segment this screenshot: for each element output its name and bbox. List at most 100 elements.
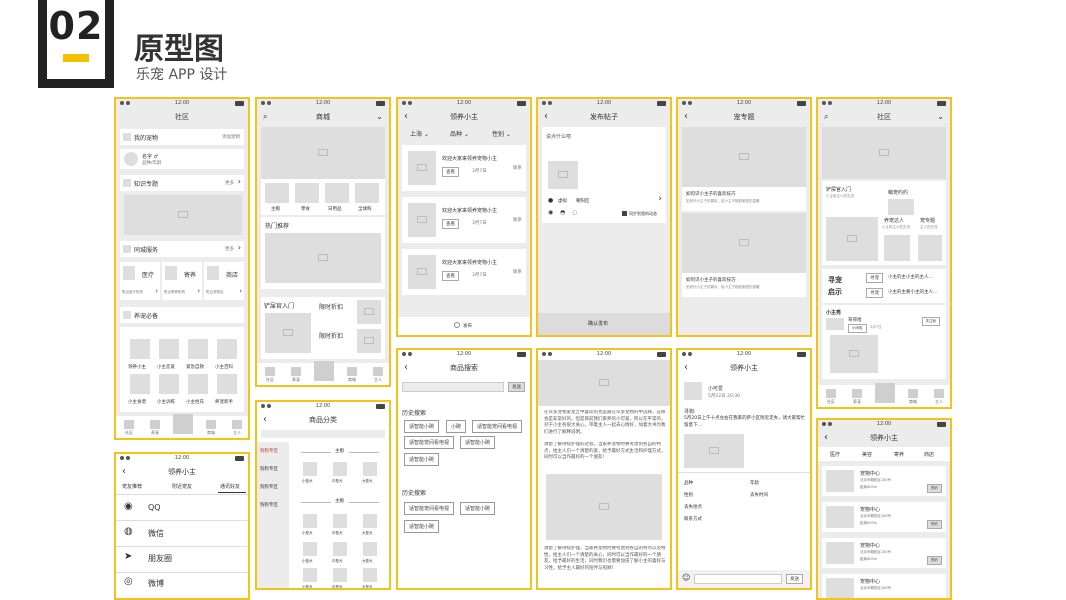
service-medical[interactable]: 医疗 附近医疗机构 › xyxy=(120,262,160,300)
confirm-publish-button[interactable]: 确认发布 xyxy=(538,313,670,335)
clinic-item[interactable]: 宠物中心 北京市朝阳区180号 距离800m 预约 xyxy=(822,538,946,568)
add-pet-link[interactable]: 添加宠物 xyxy=(222,134,240,140)
adopt-item[interactable]: 欢迎大家来领养宠物小主 查看 3月7日 联系 xyxy=(402,197,526,243)
send-button[interactable]: 发送 xyxy=(786,574,803,584)
discount-image[interactable] xyxy=(357,300,381,324)
column-entry[interactable]: 宠专题 xyxy=(920,217,935,224)
clinic-item[interactable]: 宠物中心 北京市朝阳区180号 距离800m 预约 xyxy=(822,466,946,496)
notice-item[interactable]: 小主的主小主的主人… xyxy=(888,274,933,280)
add-photo[interactable] xyxy=(548,161,578,189)
service-header[interactable]: 同城服务 更多 › xyxy=(120,241,244,257)
book-button[interactable]: 预约 xyxy=(927,484,942,493)
tab-nearby[interactable]: 附近宠友 xyxy=(172,483,192,490)
back-arrow-icon[interactable]: ‹ xyxy=(122,464,126,480)
clinic-item[interactable]: 宠物中心 北京市朝阳区180号 距离800m 预约 xyxy=(822,502,946,532)
tab-center-button[interactable] xyxy=(173,414,193,434)
my-pet-row[interactable]: 我的宠物 添加宠物 xyxy=(120,129,244,145)
back-arrow-icon[interactable]: ‹ xyxy=(824,430,828,446)
view-tag[interactable]: 查看 xyxy=(442,167,459,177)
view-tag[interactable]: 查看 xyxy=(442,219,459,229)
tab-pet-icon[interactable] xyxy=(150,420,160,429)
tab-contacts[interactable]: 通讯好友 xyxy=(220,483,240,490)
weibo-icon[interactable]: ◌ xyxy=(572,209,577,216)
tab-community-icon[interactable] xyxy=(124,420,134,429)
sidebar-item-dog[interactable]: 狗狗专区 xyxy=(260,484,278,490)
hot-banner[interactable] xyxy=(265,233,381,283)
back-arrow-icon[interactable]: ‹ xyxy=(263,412,267,428)
community-banner[interactable] xyxy=(822,127,946,179)
discount-image[interactable] xyxy=(357,329,381,353)
newbie-entry[interactable]: 铲屎官入门 xyxy=(826,186,851,193)
chevron-down-icon[interactable]: ⌄ xyxy=(937,109,944,125)
history-chip[interactable]: 适智能宠间看电视 xyxy=(404,502,455,515)
contact-link[interactable]: 联系 xyxy=(513,165,522,171)
filter-gender[interactable]: 性别 ⌄ xyxy=(492,129,511,138)
back-arrow-icon[interactable]: ‹ xyxy=(684,109,688,125)
history-chip[interactable]: 适智能宠间看电视 xyxy=(472,420,523,433)
tab-shop-icon[interactable] xyxy=(347,367,357,376)
search-send-button[interactable]: 发送 xyxy=(508,382,525,392)
category-search-input[interactable] xyxy=(261,430,385,438)
book-button[interactable]: 预约 xyxy=(927,520,942,529)
view-tag[interactable]: 查看 xyxy=(442,271,459,281)
contact-link[interactable]: 联系 xyxy=(513,217,522,223)
history-chip[interactable]: 小碗 xyxy=(446,420,467,433)
history-chip[interactable]: 适智能小碗 xyxy=(460,502,496,515)
tab-store[interactable]: 商店 xyxy=(924,451,934,458)
post-text-input[interactable]: 说点什么吧 xyxy=(546,133,571,140)
sidebar-item-dog[interactable]: 狗狗专区 xyxy=(260,466,278,472)
service-boarding[interactable]: 寄养 附近寄养机构 › xyxy=(162,262,202,300)
search-input[interactable] xyxy=(402,382,504,392)
tab-recommended[interactable]: 宠友推荐 xyxy=(122,483,142,490)
contact-link[interactable]: 联系 xyxy=(513,269,522,275)
back-arrow-icon[interactable]: ‹ xyxy=(404,360,408,376)
service-store[interactable]: 商店 附近宠物店 › xyxy=(204,262,244,300)
tab-community-icon[interactable] xyxy=(265,367,275,376)
tab-boarding[interactable]: 寄养 xyxy=(894,451,904,458)
tab-shop-icon[interactable] xyxy=(908,389,918,398)
sync-checkbox[interactable] xyxy=(622,211,627,216)
mall-banner[interactable] xyxy=(261,127,385,179)
sidebar-item-dog[interactable]: 狗狗专区 xyxy=(260,502,278,508)
history-chip[interactable]: 适智能小碗 xyxy=(404,520,440,533)
follow-button[interactable]: 关注我 xyxy=(921,317,940,326)
history-chip[interactable]: 适智能小碗 xyxy=(460,436,496,449)
clinic-item[interactable]: 宠物中心 北京市朝阳区180号 xyxy=(822,574,946,598)
newbie-image[interactable] xyxy=(265,313,311,353)
filter-city[interactable]: 上海 ⌄ xyxy=(410,129,429,138)
emoji-icon[interactable]: ☺ xyxy=(682,573,690,582)
expert-entry[interactable]: 养宠达人 xyxy=(884,217,904,224)
chevron-right-icon[interactable]: › xyxy=(658,194,662,204)
newbie-image[interactable] xyxy=(826,217,878,261)
tab-grooming[interactable]: 美容 xyxy=(862,451,872,458)
pet-card[interactable]: 名字 ♂ 品种/年龄 xyxy=(120,149,244,169)
tab-pet-icon[interactable] xyxy=(852,389,862,398)
tab-center-button[interactable] xyxy=(314,361,334,381)
history-chip[interactable]: 适智能宠间看电视 xyxy=(404,436,455,449)
search-icon[interactable]: ⌕ xyxy=(824,109,828,125)
tab-owner-icon[interactable] xyxy=(232,420,242,429)
back-arrow-icon[interactable]: ‹ xyxy=(404,109,408,125)
publish-bar[interactable]: 发布 xyxy=(398,317,530,335)
qq-icon[interactable]: ◓ xyxy=(560,209,565,216)
wechat-icon[interactable]: ◉ xyxy=(548,209,553,216)
post-compose[interactable]: 说点什么吧 ● 虚拟 朝阳区 › ◉ ◓ ◌ 同步到我的动态 xyxy=(542,127,666,223)
adopt-item[interactable]: 欢迎大家来领养宠物小主 查看 3月7日 联系 xyxy=(402,249,526,295)
book-button[interactable]: 预约 xyxy=(927,556,942,565)
topic-banner[interactable] xyxy=(124,195,242,235)
location-select[interactable]: 朝阳区 xyxy=(576,198,590,204)
adopt-item[interactable]: 欢迎大家来领养宠物小主 查看 3月7日 联系 xyxy=(402,145,526,191)
tab-shop-icon[interactable] xyxy=(206,420,216,429)
chevron-down-icon[interactable]: ⌄ xyxy=(376,109,383,125)
comment-input[interactable] xyxy=(694,574,782,584)
history-chip[interactable]: 适智能小碗 xyxy=(404,420,440,433)
history-chip[interactable]: 适智能小碗 xyxy=(404,453,440,466)
tab-owner-icon[interactable] xyxy=(373,367,383,376)
filter-breed[interactable]: 品种 ⌄ xyxy=(450,129,469,138)
search-icon[interactable]: ⌕ xyxy=(263,109,267,125)
find-entry[interactable]: 萌宠约约 xyxy=(888,189,908,196)
show-image[interactable] xyxy=(830,335,878,373)
topic-header[interactable]: 知识专题 更多 › xyxy=(120,175,244,191)
tab-pet-icon[interactable] xyxy=(291,367,301,376)
tab-community-icon[interactable] xyxy=(826,389,836,398)
